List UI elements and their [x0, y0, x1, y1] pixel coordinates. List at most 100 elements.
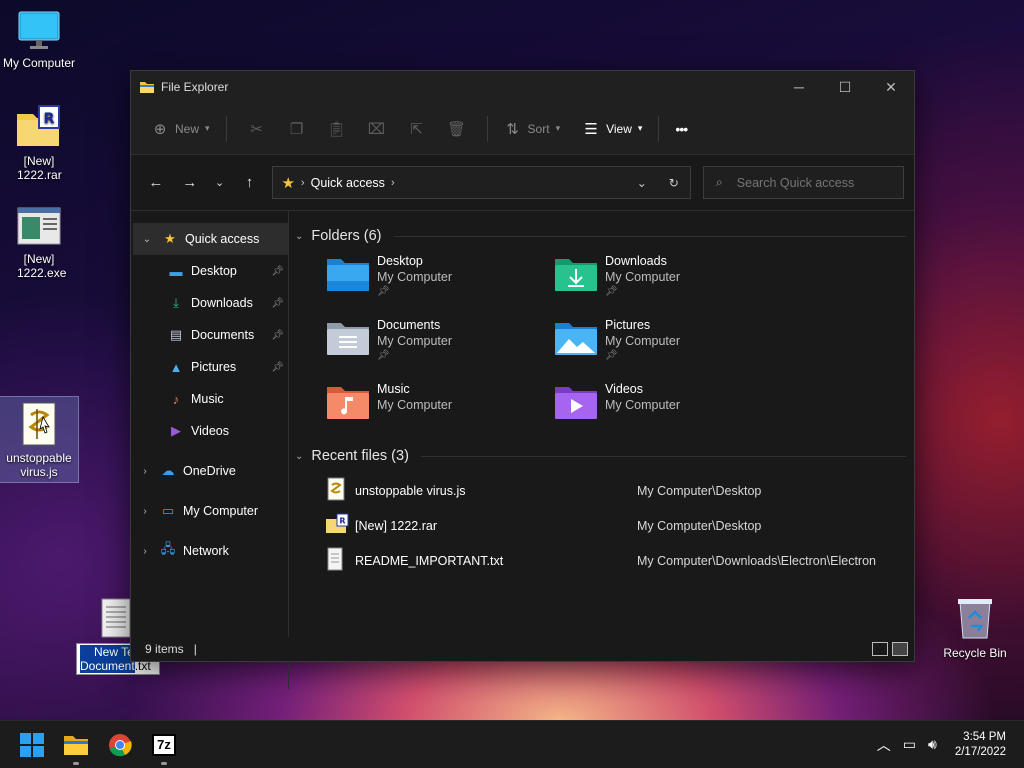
nav-item-music[interactable]: ♪ Music [131, 383, 288, 415]
search-box[interactable]: ⌕ [702, 166, 904, 199]
folder-name: Videos [605, 382, 643, 396]
desktop-icon-recycle-bin[interactable]: Recycle Bin [936, 596, 1014, 660]
item-count: 9 items [145, 642, 184, 656]
pin-icon: 📌︎ [271, 265, 284, 277]
close-button[interactable]: ✕ [868, 71, 914, 103]
address-bar[interactable]: ★ › Quick access › ⌄ ↻ [272, 166, 691, 199]
nav-item-network[interactable]: › 🖧︎ Network [131, 535, 288, 567]
recent-file-path: My Computer\Downloads\Electron\Electron [637, 553, 876, 568]
address-dropdown-button[interactable]: ⌄ [626, 176, 658, 190]
folder-tile-music[interactable]: Music My Computer [325, 381, 553, 437]
chevron-right-icon[interactable]: › [133, 506, 157, 517]
monitor-icon: ▭ [161, 503, 175, 518]
network-icon: 🖧︎ [160, 541, 176, 556]
desktop-icon-rar[interactable]: R [New] 1222.rar [0, 104, 78, 182]
chevron-down-icon[interactable]: ⌄ [135, 234, 159, 245]
folders-section-header[interactable]: ⌄ Folders (6) [295, 219, 906, 253]
start-button[interactable] [10, 723, 54, 767]
sort-label: Sort [527, 121, 550, 136]
videos-folder-icon [555, 387, 597, 419]
status-bar: 9 items | [131, 637, 914, 661]
recent-file-row[interactable]: README_IMPORTANT.txt My Computer\Downloa… [325, 543, 906, 578]
delete-button[interactable]: 🗑︎ [437, 113, 477, 145]
chevron-right-icon[interactable]: › [133, 466, 157, 477]
music-icon: ♪ [172, 391, 180, 407]
sort-icon: ⇅ [506, 120, 519, 138]
title-bar[interactable]: File Explorer ─ ☐ ✕ [131, 71, 914, 103]
details-view-button[interactable] [872, 642, 888, 656]
file-explorer-window: File Explorer ─ ☐ ✕ ⊕ New ▾ ✂ ❐ 📋︎ ⌧ ⇱ 🗑… [130, 70, 915, 689]
nav-item-downloads[interactable]: ⤓ Downloads 📌︎ [131, 287, 288, 319]
folder-tile-downloads[interactable]: Downloads My Computer 📌︎ [553, 253, 781, 309]
desktop-icon-label: unstoppable virus.js [6, 451, 72, 479]
chevron-right-icon[interactable]: › [133, 546, 157, 557]
script-file-icon [325, 477, 355, 504]
taskbar-file-explorer[interactable] [54, 723, 98, 767]
star-icon: ★ [164, 231, 176, 246]
chevron-down-icon: ⌄ [215, 177, 225, 189]
chrome-icon [109, 733, 132, 756]
nav-item-desktop[interactable]: ▬ Desktop 📌︎ [131, 255, 288, 287]
content-pane: ⌄ Folders (6) Desktop My Computer 📌︎ Dow… [289, 211, 914, 689]
volume-icon[interactable]: 🔊︎ [928, 736, 937, 753]
recent-files-section-header[interactable]: ⌄ Recent files (3) [295, 439, 906, 473]
nav-item-documents[interactable]: ▤ Documents 📌︎ [131, 319, 288, 351]
up-button[interactable]: ↑ [233, 168, 267, 198]
document-icon: ▤ [169, 327, 183, 342]
refresh-button[interactable]: ↻ [658, 176, 690, 190]
folder-tile-documents[interactable]: Documents My Computer 📌︎ [325, 317, 553, 373]
taskbar-chrome[interactable] [98, 723, 142, 767]
desktop-icon-my-computer[interactable]: My Computer [0, 10, 78, 70]
tiles-view-button[interactable] [892, 642, 908, 656]
sort-button[interactable]: ⇅ Sort ▾ [498, 113, 567, 145]
clock[interactable]: 3:54 PM 2/17/2022 [955, 730, 1006, 760]
cut-button[interactable]: ✂ [237, 113, 277, 145]
folder-location: My Computer [605, 398, 681, 412]
nav-item-onedrive[interactable]: › ☁ OneDrive [131, 455, 288, 487]
share-button[interactable]: ⇱ [397, 113, 437, 145]
search-input[interactable] [736, 175, 877, 190]
more-options-button[interactable]: ••• [669, 113, 693, 145]
plus-circle-icon: ⊕ [153, 120, 167, 138]
view-button[interactable]: ☰ View ▾ [576, 113, 648, 145]
nav-item-my-computer[interactable]: › ▭ My Computer [131, 495, 288, 527]
recent-file-name: unstoppable virus.js [355, 483, 466, 498]
nav-item-videos[interactable]: ▶ Videos [131, 415, 288, 447]
desktop-folder-icon [327, 259, 369, 291]
nav-item-pictures[interactable]: ▲ Pictures 📌︎ [131, 351, 288, 383]
desktop-icon-virus-js[interactable]: unstoppable virus.js [0, 396, 79, 483]
paste-button[interactable]: 📋︎ [317, 113, 357, 145]
maximize-button[interactable]: ☐ [822, 71, 868, 103]
chevron-right-icon[interactable]: › [391, 177, 395, 189]
chevron-up-icon[interactable]: ︿ [877, 735, 891, 755]
text-file-icon [325, 547, 355, 574]
recent-file-row[interactable]: R [New] 1222.rar My Computer\Desktop [325, 508, 906, 543]
monitor-icon [17, 10, 61, 52]
forward-button[interactable]: → [173, 168, 207, 198]
folder-tile-videos[interactable]: Videos My Computer [553, 381, 781, 437]
network-icon[interactable]: ▭ [903, 736, 916, 753]
recent-file-name: README_IMPORTANT.txt [355, 553, 504, 568]
chevron-down-icon: ▾ [205, 123, 210, 133]
desktop-icon-label: Recycle Bin [943, 646, 1007, 660]
system-tray: ︿ ▭ 🔊︎ 3:54 PM 2/17/2022 [877, 730, 1006, 760]
new-button[interactable]: ⊕ New ▾ [145, 113, 216, 145]
folder-tile-pictures[interactable]: Pictures My Computer 📌︎ [553, 317, 781, 373]
copy-button[interactable]: ❐ [277, 113, 317, 145]
rename-button[interactable]: ⌧ [357, 113, 397, 145]
recent-file-row[interactable]: unstoppable virus.js My Computer\Desktop [325, 473, 906, 508]
folder-icon [64, 735, 88, 755]
breadcrumb-quick-access[interactable]: Quick access [311, 176, 385, 190]
desktop-icon-exe[interactable]: [New] 1222.exe [0, 206, 78, 280]
folder-location: My Computer [377, 398, 453, 412]
nav-item-quick-access[interactable]: ⌄ ★ Quick access [133, 223, 288, 255]
7zip-icon: 7z [152, 733, 176, 756]
nav-label: Downloads [191, 296, 253, 310]
minimize-button[interactable]: ─ [776, 71, 822, 103]
pin-icon: 📌︎ [271, 361, 284, 373]
taskbar-7zip[interactable]: 7z [142, 723, 186, 767]
recent-locations-button[interactable]: ⌄ [207, 168, 233, 198]
folder-name: Documents [377, 318, 441, 332]
folder-tile-desktop[interactable]: Desktop My Computer 📌︎ [325, 253, 553, 309]
back-button[interactable]: ← [139, 168, 173, 198]
